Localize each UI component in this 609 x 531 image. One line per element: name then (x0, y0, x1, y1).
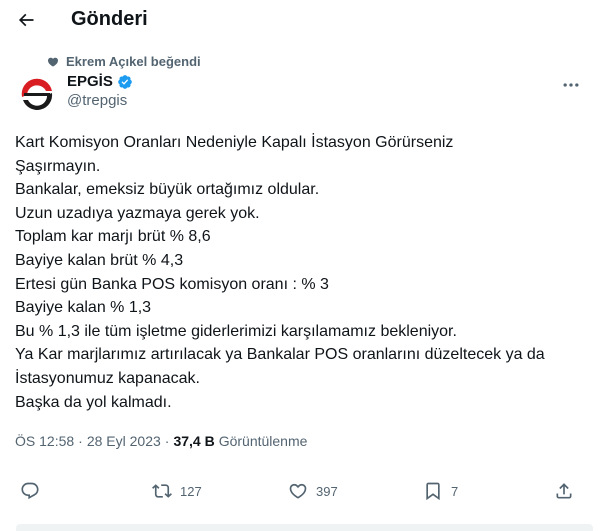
views-count: 37,4 B (173, 433, 215, 449)
back-button[interactable] (15, 9, 37, 31)
meta-separator: · (164, 433, 170, 449)
reply-icon (21, 482, 39, 500)
reply-composer-edge (16, 524, 593, 531)
tweet-meta: ÖS 12:58 · 28 Eyl 2023 · 37,4 B Görüntül… (15, 433, 307, 449)
tweet-date[interactable]: 28 Eyl 2023 (87, 433, 161, 449)
bookmark-count: 7 (451, 483, 459, 499)
social-context-text[interactable]: Ekrem Açıkel beğendi (66, 54, 201, 69)
more-horizontal-icon (563, 83, 579, 87)
verified-badge-icon (117, 74, 133, 90)
retweet-count: 127 (180, 483, 202, 499)
heart-filled-icon (47, 56, 59, 68)
arrow-left-icon (18, 13, 34, 27)
author-block: EPGİS @trepgis (67, 73, 133, 109)
like-button[interactable]: 397 (288, 481, 338, 501)
like-count: 397 (316, 483, 338, 499)
tweet-time[interactable]: ÖS 12:58 (15, 433, 74, 449)
epgis-logo (16, 73, 58, 115)
share-button[interactable] (554, 481, 574, 501)
share-icon (556, 483, 572, 499)
bookmark-button[interactable]: 7 (423, 481, 458, 501)
avatar[interactable] (16, 73, 58, 115)
author-name[interactable]: EPGİS (67, 73, 113, 90)
meta-separator: · (78, 433, 83, 449)
views-label: Görüntülenme (218, 433, 308, 449)
action-bar: 127 397 7 (0, 481, 609, 505)
retweet-icon (152, 484, 172, 498)
bookmark-icon (426, 482, 440, 501)
tweet-text: Kart Komisyon Oranları Nedeniyle Kapalı … (15, 134, 545, 411)
reply-button[interactable] (20, 481, 48, 501)
top-bar: Gönderi (0, 0, 609, 42)
heart-icon (289, 483, 307, 499)
retweet-button[interactable]: 127 (152, 481, 202, 501)
author-handle[interactable]: @trepgis (67, 92, 133, 109)
more-options-button[interactable] (560, 77, 582, 93)
page-title: Gönderi (71, 8, 148, 30)
social-context: Ekrem Açıkel beğendi (47, 54, 201, 69)
